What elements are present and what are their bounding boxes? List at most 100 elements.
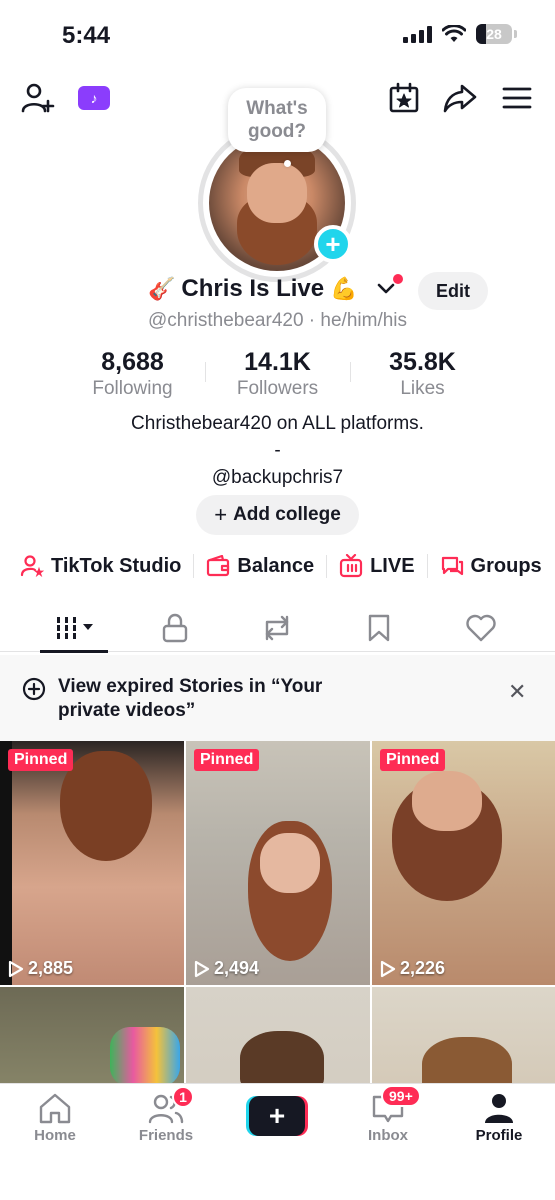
status-bubble-line1: What's <box>246 98 308 119</box>
nav-label: Inbox <box>368 1127 408 1144</box>
pinned-badge: Pinned <box>380 749 446 771</box>
video-thumbnail[interactable] <box>186 987 370 1086</box>
profile-icon <box>485 1094 513 1123</box>
tab-private[interactable] <box>145 608 205 648</box>
name-row: 🎸 Chris Is Live 💪 Edit <box>0 272 555 312</box>
chat-icon <box>441 556 463 576</box>
battery-percent: 28 <box>486 26 502 42</box>
active-tab-indicator <box>40 650 108 653</box>
calendar-star-icon[interactable] <box>384 78 424 118</box>
status-bubble-line2: good? <box>247 121 307 142</box>
status-bubble[interactable]: What's good? <box>228 88 326 152</box>
video-thumbnail[interactable]: Pinned 2,494 <box>186 741 370 985</box>
battery-cap <box>514 30 517 38</box>
stat-label: Following <box>92 378 173 399</box>
grid-dropdown-icon <box>57 617 93 639</box>
person-star-icon <box>20 555 44 578</box>
stat-value: 8,688 <box>101 348 164 376</box>
tab-favorites[interactable] <box>349 608 409 648</box>
stat-label: Likes <box>400 378 445 399</box>
video-thumbnail[interactable] <box>0 987 184 1086</box>
banner-text: View expired Stories in “Your private vi… <box>58 676 323 721</box>
add-friend-icon[interactable] <box>18 78 58 118</box>
nav-friends[interactable]: Friends <box>121 1092 211 1144</box>
shortcut-label: LIVE <box>370 554 415 577</box>
thumb-hair <box>240 1031 324 1086</box>
shortcut-groups[interactable]: Groups <box>440 554 554 578</box>
video-thumbnail[interactable]: Pinned 2,885 <box>0 741 184 985</box>
username-pronouns: @christhebear420 · he/him/his <box>147 310 408 331</box>
plus-icon: + <box>249 1096 305 1136</box>
tab-reposts[interactable] <box>247 608 307 648</box>
nav-profile[interactable]: Profile <box>454 1092 544 1144</box>
pinned-badge: Pinned <box>8 749 74 771</box>
bio: Christhebear420 on ALL platforms. - @bac… <box>0 410 555 491</box>
profile-shortcuts: TikTok Studio Balance LIVE Groups <box>20 550 555 582</box>
battery-icon: 28 <box>476 24 512 44</box>
nav-label: Friends <box>138 1127 194 1144</box>
avatar-face <box>247 163 307 223</box>
home-icon <box>39 1093 71 1124</box>
lock-icon <box>162 613 188 643</box>
wifi-icon <box>442 25 466 42</box>
thumb-edge <box>0 741 12 985</box>
add-college-label: Add college <box>233 504 341 525</box>
profile-stats: 8,688 Following 14.1K Followers 35.8K Li… <box>60 348 495 404</box>
bubble-tail <box>284 160 291 167</box>
stat-divider <box>205 362 206 382</box>
stat-value: 14.1K <box>244 348 311 376</box>
cellular-signal-icon <box>403 25 432 43</box>
shortcut-label: Groups <box>470 554 542 577</box>
play-icon <box>8 960 24 977</box>
stat-likes[interactable]: 35.8K Likes <box>350 348 495 404</box>
wallet-icon <box>207 555 230 577</box>
friends-badge: 1 <box>172 1086 194 1108</box>
thumb-shirt <box>110 1027 180 1086</box>
content-tabs <box>0 600 555 652</box>
play-icon <box>194 960 210 977</box>
heart-icon <box>466 614 496 642</box>
nav-label: Profile <box>475 1127 523 1144</box>
video-thumbnail[interactable]: Pinned 2,226 <box>372 741 555 985</box>
add-story-plus-icon[interactable]: + <box>314 225 352 263</box>
chevron-down-icon[interactable] <box>376 282 396 296</box>
tab-videos[interactable] <box>44 608 104 648</box>
close-icon[interactable]: ✕ <box>508 679 526 705</box>
pinned-badge: Pinned <box>194 749 260 771</box>
view-count: 2,494 <box>194 958 259 979</box>
status-time: 5:44 <box>62 22 111 49</box>
shortcut-tiktok-studio[interactable]: TikTok Studio <box>20 554 195 578</box>
nav-label: Home <box>34 1127 76 1144</box>
menu-icon[interactable] <box>497 78 537 118</box>
flexed-arm-emoji: 💪 <box>330 276 358 301</box>
status-bar: 5:44 28 <box>0 0 555 72</box>
stat-divider <box>350 362 351 382</box>
bio-line: - <box>274 440 281 461</box>
nav-home[interactable]: Home <box>10 1092 100 1144</box>
shortcut-label: TikTok Studio <box>51 554 182 577</box>
thumb-beard <box>60 751 152 861</box>
display-name: 🎸 Chris Is Live 💪 <box>148 275 358 303</box>
share-icon[interactable] <box>440 78 480 118</box>
add-college-button[interactable]: + Add college <box>196 495 359 535</box>
stat-label: Followers <box>236 378 319 399</box>
bio-line: @backupchris7 <box>211 467 344 488</box>
stat-followers[interactable]: 14.1K Followers <box>205 348 350 404</box>
view-count-text: 2,494 <box>214 958 260 978</box>
video-grid: Pinned 2,885 Pinned 2,494 Pinned 2,226 <box>0 741 555 1086</box>
notification-dot <box>393 274 403 284</box>
tab-liked[interactable] <box>451 608 511 648</box>
expired-stories-banner[interactable]: View expired Stories in “Your private vi… <box>0 655 555 741</box>
play-icon <box>380 960 396 977</box>
shortcut-live[interactable]: LIVE <box>339 554 428 578</box>
battery-level <box>476 24 487 44</box>
stat-following[interactable]: 8,688 Following <box>60 348 205 404</box>
tiktok-badge-icon[interactable]: ♪ <box>78 86 110 110</box>
thumb-face <box>260 833 320 893</box>
video-thumbnail[interactable] <box>372 987 555 1086</box>
edit-profile-button[interactable]: Edit <box>418 272 488 310</box>
repost-icon <box>265 615 289 641</box>
shortcut-balance[interactable]: Balance <box>206 554 328 578</box>
create-button[interactable]: + <box>246 1096 308 1136</box>
shortcut-label: Balance <box>237 554 315 577</box>
